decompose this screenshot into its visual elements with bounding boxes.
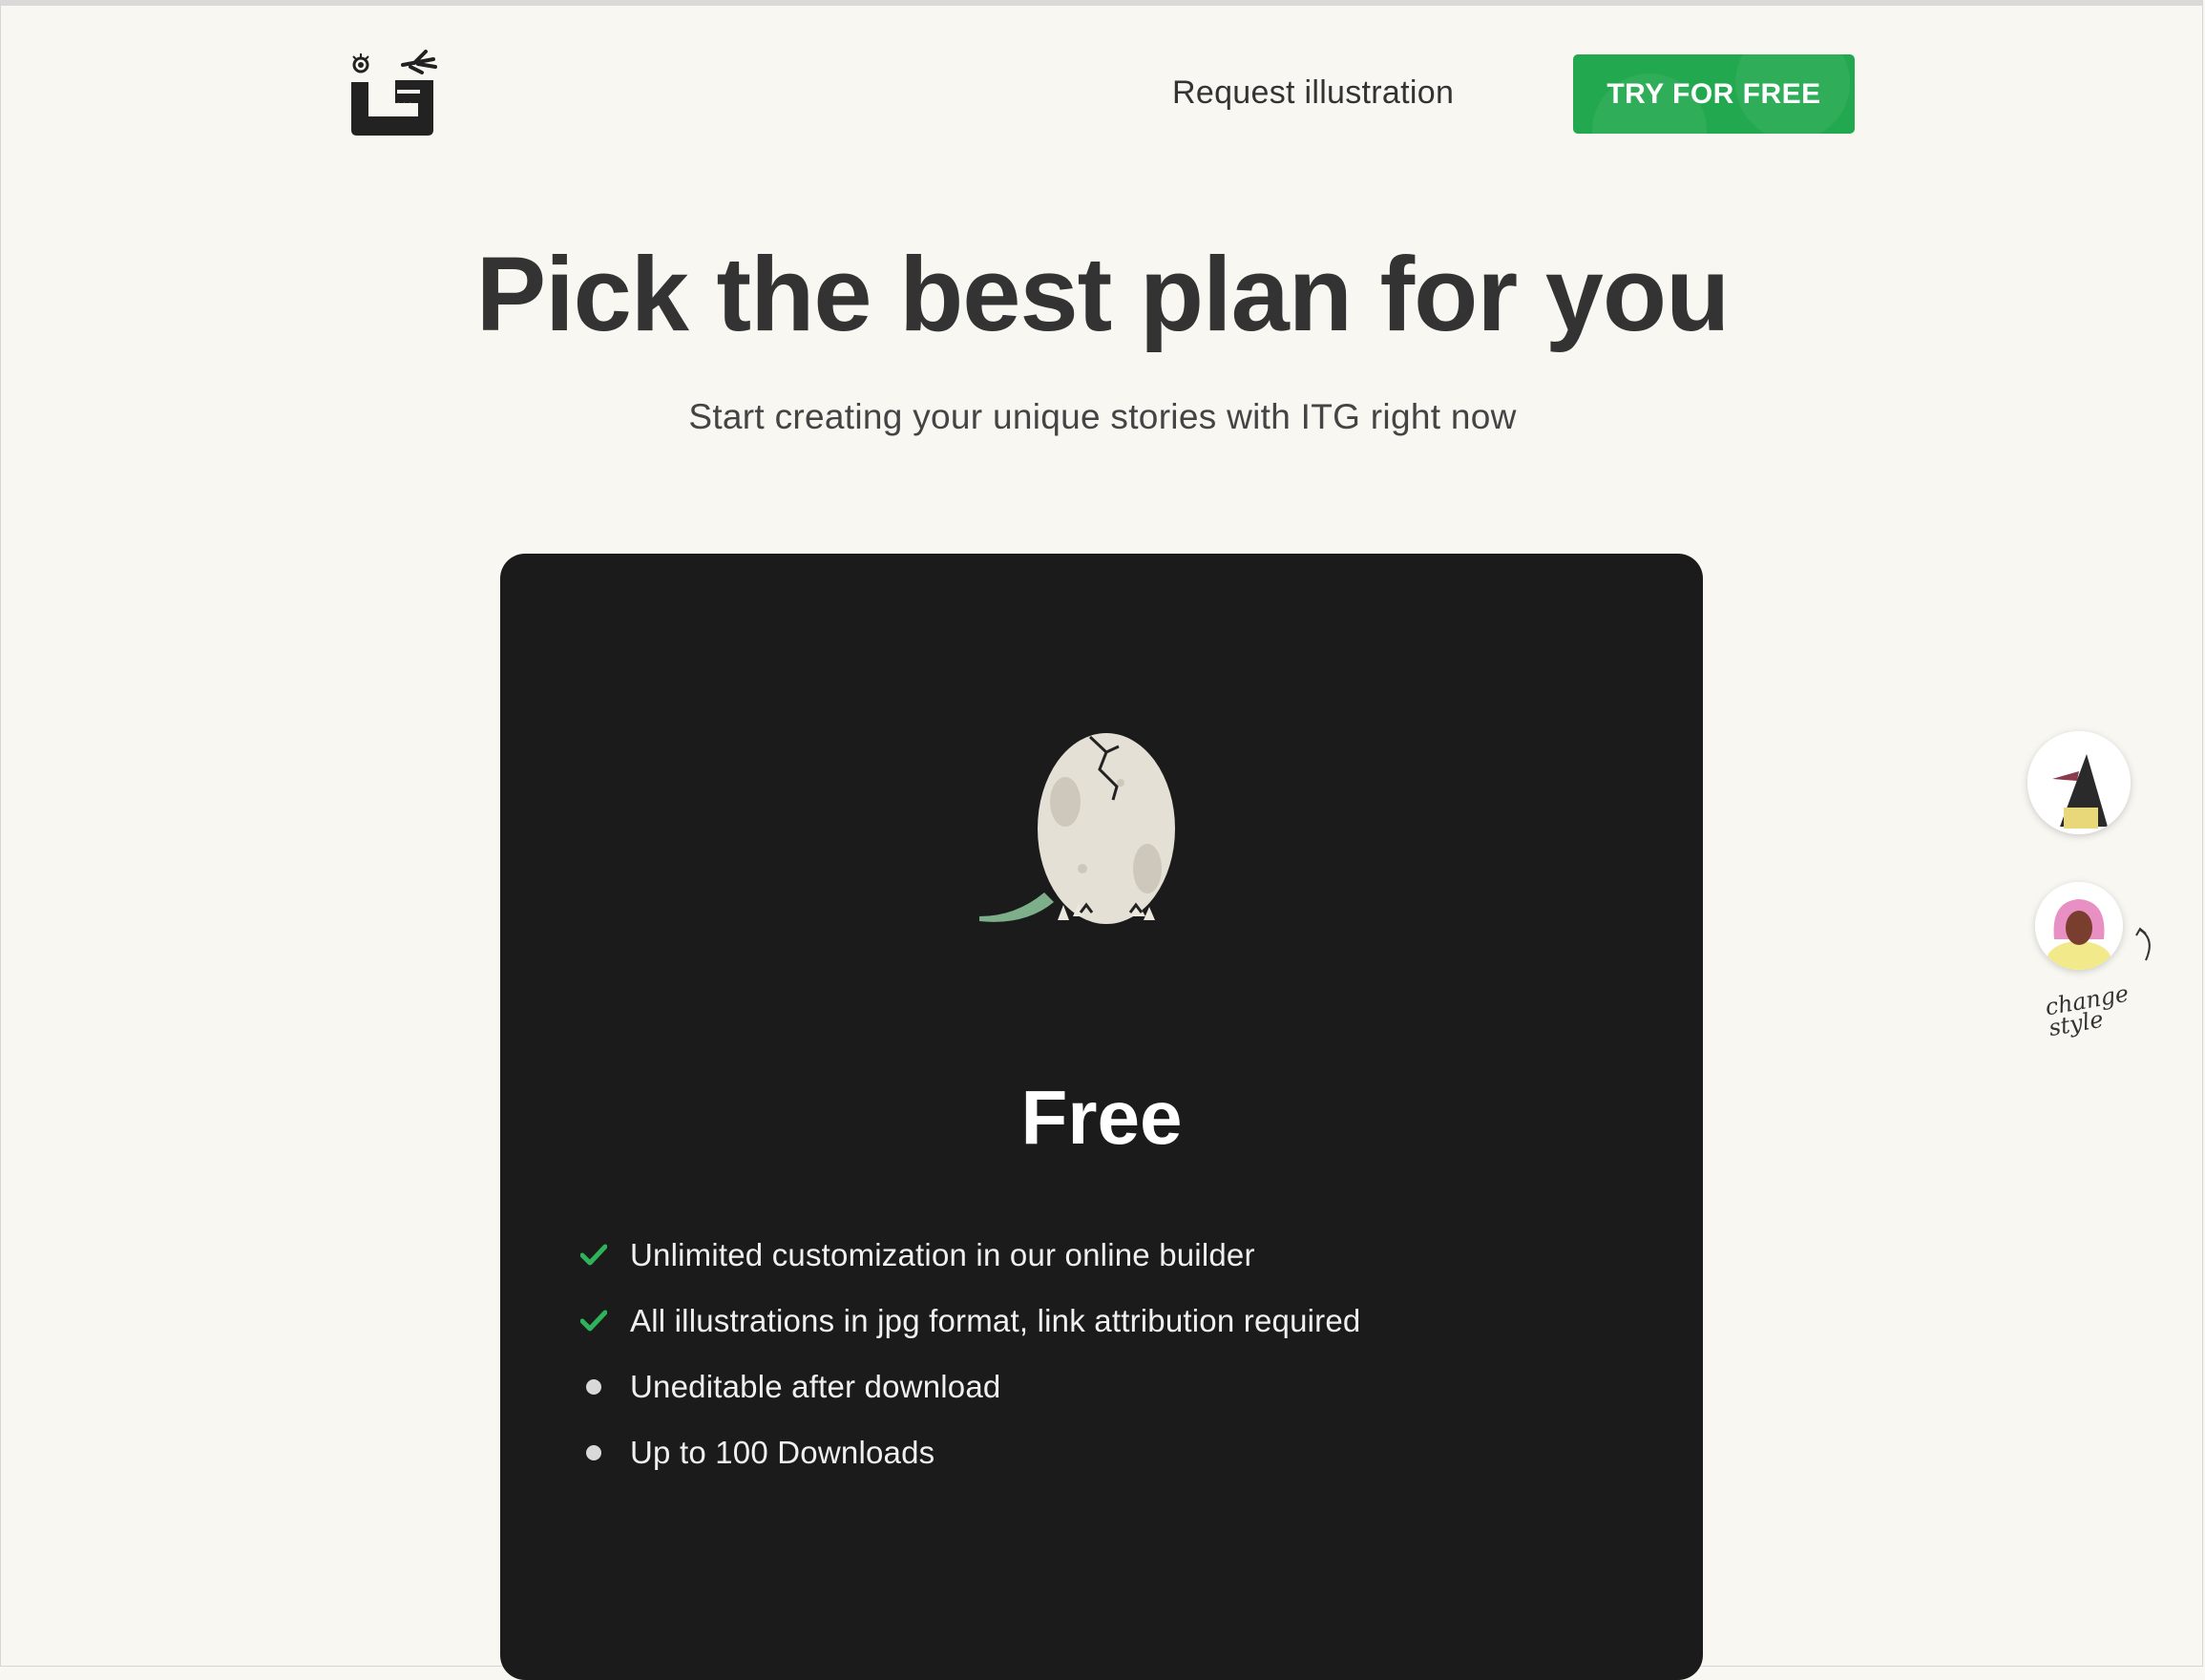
plan-feature: Uneditable after download <box>580 1354 1360 1419</box>
request-illustration-link[interactable]: Request illustration <box>1172 74 1454 112</box>
plan-feature-text: Uneditable after download <box>630 1368 1001 1404</box>
try-for-free-label: TRY FOR FREE <box>1606 77 1821 110</box>
plan-feature-list: Unlimited customization in our online bu… <box>580 1222 1360 1485</box>
plan-feature-text: Up to 100 Downloads <box>630 1434 935 1470</box>
plan-feature: Unlimited customization in our online bu… <box>580 1222 1360 1288</box>
bullet-icon <box>580 1378 630 1395</box>
check-icon <box>580 1310 630 1333</box>
check-icon <box>580 1244 630 1267</box>
plan-feature: Up to 100 Downloads <box>580 1419 1360 1485</box>
page-subtitle: Start creating your unique stories with … <box>688 397 1517 436</box>
curved-arrow-icon <box>2132 926 2161 964</box>
try-for-free-button[interactable]: TRY FOR FREE <box>1573 54 1855 134</box>
change-style-label: change style <box>2043 979 2132 1041</box>
hatching-egg-icon <box>977 725 1207 945</box>
style-option-1[interactable] <box>2027 731 2131 834</box>
plan-card-free: Free Unlimited customization in our onli… <box>500 554 1703 1680</box>
plan-feature-text: All illustrations in jpg format, link at… <box>630 1302 1361 1338</box>
plan-feature-text: Unlimited customization in our online bu… <box>630 1236 1255 1272</box>
plan-name: Free <box>1020 1075 1183 1160</box>
plan-feature: All illustrations in jpg format, link at… <box>580 1288 1360 1354</box>
itg-logo-icon[interactable] <box>347 50 439 137</box>
page-title: Pick the best plan for you <box>475 236 1731 353</box>
style-option-2[interactable] <box>2035 882 2123 970</box>
bullet-icon <box>580 1444 630 1460</box>
